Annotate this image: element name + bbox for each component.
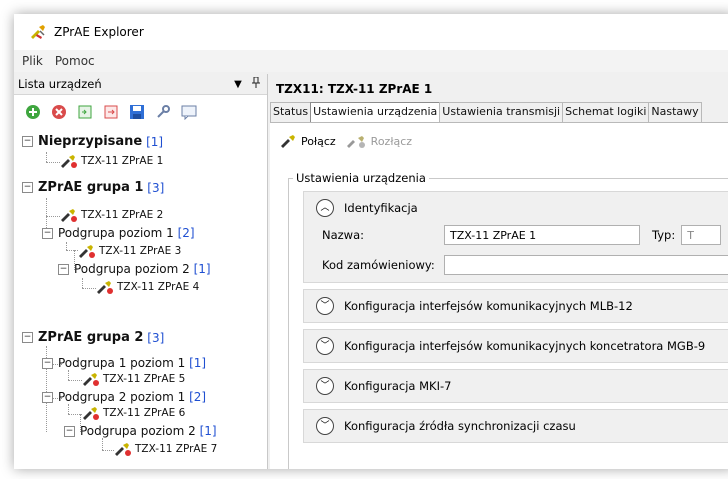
- tree-device[interactable]: TZX-11 ZPrAE 3: [78, 244, 181, 258]
- collapse-icon[interactable]: −: [42, 391, 53, 403]
- menu-bar: Plik Pomoc: [14, 50, 728, 72]
- name-label: Nazwa:: [322, 228, 365, 242]
- tree-subgroup[interactable]: − Podgrupa poziom 2 [1]: [64, 424, 217, 438]
- section-time-sync[interactable]: ﹀ Konfiguracja źródła synchronizacji czas…: [303, 409, 728, 443]
- export-icon[interactable]: [102, 103, 120, 121]
- disconnect-button[interactable]: Rozłącz: [346, 134, 412, 148]
- group-count: [1]: [199, 424, 217, 438]
- tree-subgroup[interactable]: − Podgrupa poziom 2 [1]: [58, 262, 211, 276]
- collapse-icon[interactable]: −: [42, 227, 53, 239]
- chevron-up-icon[interactable]: ︿: [316, 199, 334, 217]
- app-icon: [31, 25, 45, 39]
- tab-content: Połącz Rozłącz Ustawienia urządzenia ︿ I…: [270, 122, 728, 469]
- tree-device[interactable]: TZX-11 ZPrAE 4: [96, 280, 199, 294]
- title-bar: ZPrAE Explorer: [14, 14, 728, 50]
- collapse-icon[interactable]: −: [58, 263, 69, 275]
- connection-actions: Połącz Rozłącz: [280, 134, 422, 148]
- group-count: [1]: [193, 262, 211, 276]
- add-icon[interactable]: [24, 103, 42, 121]
- order-code-field[interactable]: [444, 255, 728, 275]
- device-detail-panel: TZX11: TZX-11 ZPrAE 1 Status Ustawienia …: [270, 74, 728, 469]
- group-count: [3]: [147, 330, 165, 345]
- name-row: Nazwa: TZX-11 ZPrAE 1 Typ: T: [304, 222, 728, 248]
- type-label: Typ:: [652, 228, 676, 242]
- devices-panel-header: Lista urządzeń ▼: [14, 74, 267, 95]
- order-code-row: Kod zamówieniowy:: [304, 252, 728, 278]
- type-field[interactable]: T: [681, 225, 722, 245]
- section-mgb9-interfaces[interactable]: ﹀ Konfiguracja interfejsów komunikacyjnyc…: [303, 329, 728, 363]
- device-icon: [115, 443, 131, 456]
- settings-icon[interactable]: [154, 103, 172, 121]
- group-count: [3]: [147, 180, 165, 195]
- tree-subgroup[interactable]: − Podgrupa 2 poziom 1 [2]: [42, 390, 206, 404]
- section-mlb12-interfaces[interactable]: ﹀ Konfiguracja interfejsów komunikacyjnyc…: [303, 289, 728, 323]
- order-code-label: Kod zamówieniowy:: [322, 258, 435, 272]
- tree-device[interactable]: TZX-11 ZPrAE 6: [82, 406, 185, 420]
- collapse-icon[interactable]: −: [22, 136, 33, 147]
- device-icon: [83, 407, 99, 420]
- menu-help[interactable]: Pomoc: [55, 54, 95, 68]
- window-title: ZPrAE Explorer: [54, 25, 144, 39]
- group-count: [2]: [189, 390, 207, 404]
- name-field[interactable]: TZX-11 ZPrAE 1: [444, 225, 640, 245]
- devices-panel: Lista urządzeń ▼ − Nieprzypisane [1] TZX…: [14, 74, 268, 469]
- tree-device[interactable]: TZX-11 ZPrAE 2: [60, 208, 163, 222]
- devices-toolbar: [14, 95, 267, 129]
- pin-icon[interactable]: [249, 76, 263, 91]
- device-icon: [79, 245, 95, 258]
- tree-group-1[interactable]: − ZPrAE grupa 1 [3]: [22, 180, 164, 195]
- device-icon: [61, 209, 77, 222]
- tree-device[interactable]: TZX-11 ZPrAE 7: [114, 442, 217, 456]
- import-icon[interactable]: [76, 103, 94, 121]
- tab-device-settings[interactable]: Ustawienia urządzenia: [310, 102, 441, 122]
- section-identification: ︿ Identyfikacja Nazwa: TZX-11 ZPrAE 1 Ty…: [303, 191, 728, 283]
- chevron-down-icon[interactable]: ﹀: [316, 417, 334, 435]
- save-icon[interactable]: [128, 103, 146, 121]
- device-title: TZX11: TZX-11 ZPrAE 1: [276, 82, 433, 96]
- plug-icon: [281, 135, 295, 148]
- device-icon: [97, 281, 113, 294]
- chevron-down-icon[interactable]: ▼: [231, 79, 245, 90]
- tree-subgroup[interactable]: − Podgrupa 1 poziom 1 [1]: [42, 356, 206, 370]
- tree-group-unassigned[interactable]: − Nieprzypisane [1]: [22, 134, 163, 149]
- device-icon: [61, 155, 77, 168]
- connect-button[interactable]: Połącz: [280, 134, 336, 148]
- section-mki7[interactable]: ﹀ Konfiguracja MKI-7: [303, 369, 728, 403]
- tab-transmission-settings[interactable]: Ustawienia transmisji: [439, 102, 564, 122]
- group-count: [1]: [146, 134, 164, 149]
- detail-tabs: Status Ustawienia urządzenia Ustawienia …: [270, 102, 702, 122]
- tree-subgroup[interactable]: − Podgrupa poziom 1 [2]: [42, 226, 195, 240]
- tab-status[interactable]: Status: [270, 102, 312, 122]
- collapse-icon[interactable]: −: [22, 182, 33, 193]
- chevron-down-icon[interactable]: ﹀: [316, 297, 334, 315]
- tab-setpoints[interactable]: Nastawy: [648, 102, 702, 122]
- unplug-icon: [346, 136, 365, 148]
- device-settings-group: Ustawienia urządzenia ︿ Identyfikacja Na…: [288, 171, 728, 469]
- tab-logic-diagram[interactable]: Schemat logiki: [562, 102, 650, 122]
- remove-icon[interactable]: [50, 103, 68, 121]
- tree-device[interactable]: TZX-11 ZPrAE 5: [82, 372, 185, 386]
- tree-group-2[interactable]: − ZPrAE grupa 2 [3]: [22, 330, 164, 345]
- group-count: [2]: [177, 226, 195, 240]
- groupbox-title: Ustawienia urządzenia: [293, 171, 429, 185]
- collapse-icon[interactable]: −: [22, 332, 33, 343]
- collapse-icon[interactable]: −: [42, 357, 53, 369]
- devices-panel-title: Lista urządzeń: [18, 77, 102, 91]
- section-header[interactable]: ︿ Identyfikacja: [304, 192, 728, 224]
- device-icon: [83, 373, 99, 386]
- collapse-icon[interactable]: −: [64, 425, 75, 437]
- comment-icon[interactable]: [180, 103, 198, 121]
- menu-file[interactable]: Plik: [22, 54, 43, 68]
- tree-device[interactable]: TZX-11 ZPrAE 1: [60, 154, 163, 168]
- chevron-down-icon[interactable]: ﹀: [316, 337, 334, 355]
- app-window: ZPrAE Explorer Plik Pomoc Lista urządzeń…: [14, 14, 728, 469]
- chevron-down-icon[interactable]: ﹀: [316, 377, 334, 395]
- group-count: [1]: [189, 356, 207, 370]
